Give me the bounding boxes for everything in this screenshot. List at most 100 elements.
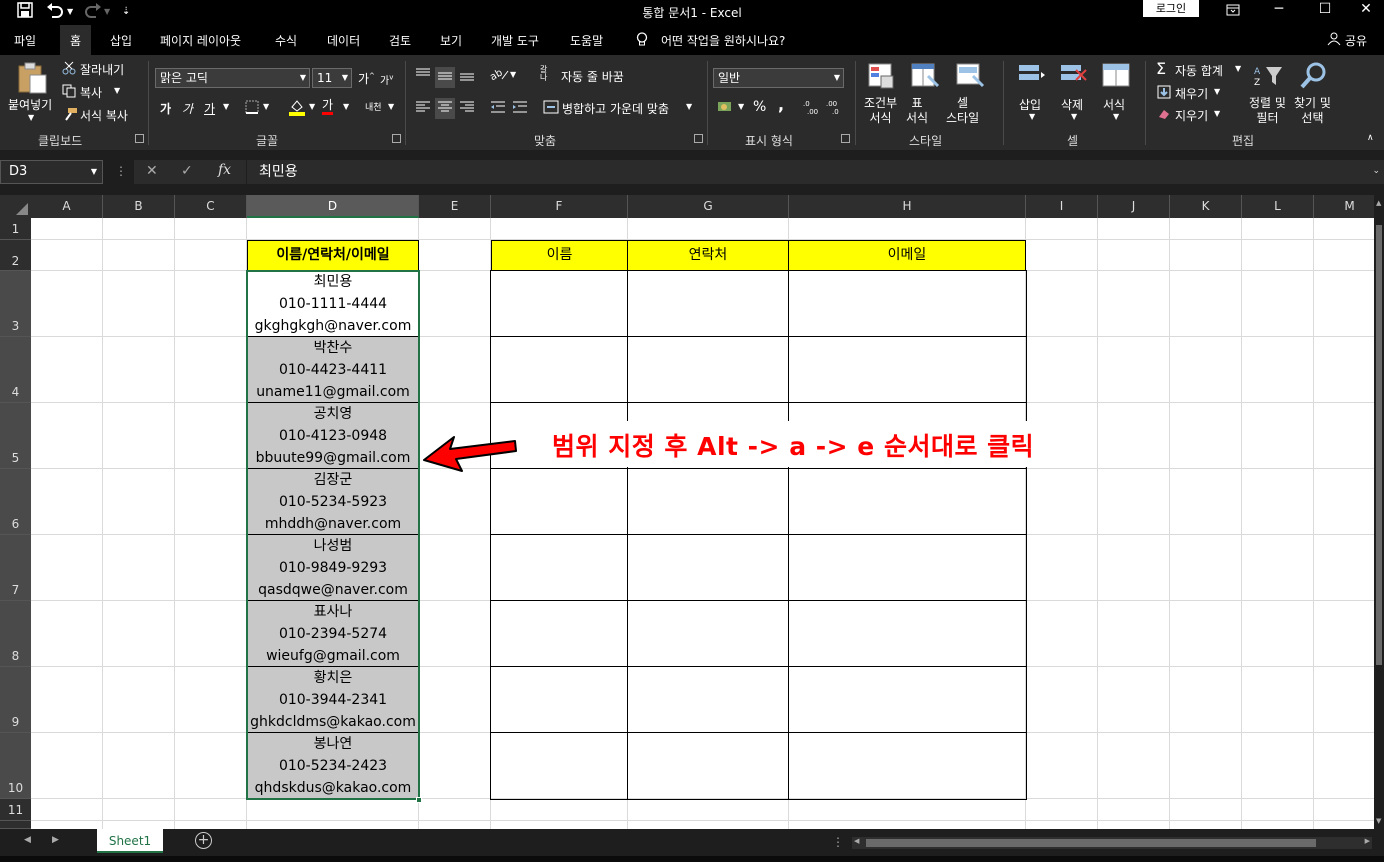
column-header-g[interactable]: G (628, 195, 789, 218)
row-header-1[interactable]: 1 (0, 218, 31, 240)
fill-button[interactable]: 채우기 (1175, 85, 1208, 102)
accounting-format-icon[interactable] (717, 99, 735, 118)
tab-insert[interactable]: 삽입 (110, 32, 132, 49)
format-painter-button[interactable]: 서식 복사 (80, 107, 128, 124)
add-sheet-icon[interactable]: + (195, 832, 212, 849)
paste-icon[interactable] (16, 61, 48, 98)
tab-review[interactable]: 검토 (389, 32, 411, 49)
paste-dropdown-icon[interactable]: ▼ (28, 113, 34, 122)
next-sheet-icon[interactable]: ▶ (52, 835, 59, 845)
sheet-tab-sheet1[interactable]: Sheet1 (97, 829, 163, 853)
column-header-a[interactable]: A (31, 195, 103, 218)
font-color-button[interactable]: 가 (322, 98, 334, 115)
orientation-dropdown-icon[interactable]: ▼ (510, 70, 516, 79)
cell-d10[interactable]: 봉나연 010-5234-2423 qhdskdus@kakao.com (247, 733, 419, 799)
autosum-icon[interactable]: Σ (1156, 59, 1166, 78)
cell-d3[interactable]: 최민용 010-1111-4444 gkghgkgh@naver.com (247, 271, 419, 337)
tab-developer[interactable]: 개발 도구 (491, 32, 539, 49)
select-all-corner[interactable] (0, 195, 31, 218)
font-name-combo[interactable]: 맑은 고딕 ▼ (155, 68, 310, 88)
cell-d4[interactable]: 박찬수 010-4423-4411 uname11@gmail.com (247, 337, 419, 403)
cell-d9[interactable]: 황치은 010-3944-2341 ghkdcldms@kakao.com (247, 667, 419, 733)
row-header-10[interactable]: 10 (0, 733, 31, 799)
login-button[interactable]: 로그인 (1143, 0, 1199, 17)
delete-cells-button[interactable]: 삭제 (1061, 96, 1083, 113)
delete-cells-icon[interactable] (1058, 62, 1088, 91)
cell-d6[interactable]: 김장군 010-5234-5923 mhddh@naver.com (247, 469, 419, 535)
fill-color-dropdown-icon[interactable]: ▼ (309, 102, 315, 111)
cut-icon[interactable] (62, 61, 76, 78)
phonetic-button[interactable]: 내천 (365, 100, 382, 113)
scroll-down-icon[interactable]: ▼ (1376, 817, 1381, 825)
scroll-right-icon[interactable]: ▶ (1365, 837, 1370, 845)
copy-button[interactable]: 복사 (80, 84, 102, 101)
worksheet-grid[interactable]: A B C D E F G H I J K L M 1 2 3 4 5 6 7 … (0, 195, 1374, 829)
conditional-format-button[interactable]: 조건부 서식 (864, 96, 897, 126)
font-size-combo[interactable]: 11 ▼ (312, 68, 352, 88)
italic-button[interactable]: 가 (182, 100, 193, 117)
sort-filter-icon[interactable]: AZ (1254, 63, 1284, 92)
underline-dropdown-icon[interactable]: ▼ (223, 102, 229, 111)
font-color-dropdown-icon[interactable]: ▼ (343, 102, 349, 111)
column-header-e[interactable]: E (419, 195, 491, 218)
prev-sheet-icon[interactable]: ◀ (24, 835, 31, 845)
insert-function-icon[interactable]: fx (218, 162, 231, 178)
column-header-h[interactable]: H (789, 195, 1026, 218)
accounting-dropdown-icon[interactable]: ▼ (738, 102, 744, 111)
tab-home[interactable]: 홈 (60, 25, 92, 55)
vertical-scrollbar[interactable]: ▲ ▼ (1374, 195, 1384, 829)
format-dropdown-icon[interactable]: ▼ (1113, 112, 1119, 121)
tab-data[interactable]: 데이터 (327, 32, 360, 49)
format-cells-icon[interactable] (1101, 62, 1131, 91)
align-center-icon[interactable] (435, 98, 455, 119)
merge-center-button[interactable]: 병합하고 가운데 맞춤 (562, 100, 669, 117)
clear-button[interactable]: 지우기 (1175, 107, 1208, 124)
find-select-button[interactable]: 찾기 및 선택 (1294, 96, 1331, 126)
cell-d2-header[interactable]: 이름/연락처/이메일 (247, 240, 419, 271)
column-header-i[interactable]: I (1026, 195, 1098, 218)
percent-button[interactable]: % (753, 99, 766, 115)
target-table-body[interactable] (490, 270, 1027, 800)
column-header-c[interactable]: C (175, 195, 247, 218)
cell-g2-header[interactable]: 연락처 (627, 240, 789, 271)
minimize-icon[interactable]: ─ (1256, 0, 1302, 22)
scroll-up-icon[interactable]: ▲ (1376, 199, 1381, 207)
alignment-launcher-icon[interactable] (694, 134, 703, 143)
collapse-ribbon-icon[interactable]: ∧ (1367, 133, 1374, 143)
tab-split-handle-icon[interactable]: ⋮ (832, 835, 844, 849)
cell-d5[interactable]: 공치영 010-4123-0948 bbuute99@gmail.com (247, 403, 419, 469)
align-right-icon[interactable] (459, 100, 475, 117)
cell-d7[interactable]: 나성범 010-9849-9293 qasdqwe@naver.com (247, 535, 419, 601)
maximize-icon[interactable]: ☐ (1302, 0, 1348, 22)
horizontal-scroll-thumb[interactable] (866, 839, 1316, 847)
delete-dropdown-icon[interactable]: ▼ (1071, 112, 1077, 121)
fill-icon[interactable] (1157, 85, 1171, 102)
cell-d8[interactable]: 표사나 010-2394-5274 wieufg@gmail.com (247, 601, 419, 667)
underline-button[interactable]: 가 (204, 100, 215, 117)
expand-formula-bar-icon[interactable]: ⌄ (1372, 166, 1380, 176)
orientation-icon[interactable]: ab (488, 67, 510, 84)
wrap-text-button[interactable]: 자동 줄 바꿈 (561, 68, 624, 85)
tab-page-layout[interactable]: 페이지 레이아웃 (160, 32, 241, 49)
merge-center-icon[interactable] (543, 100, 559, 117)
merge-dropdown-icon[interactable]: ▼ (686, 102, 692, 111)
paste-button[interactable]: 붙여넣기 (8, 96, 52, 113)
number-launcher-icon[interactable] (841, 134, 850, 143)
tab-file[interactable]: 파일 (14, 32, 36, 49)
borders-icon[interactable] (245, 100, 259, 117)
formula-input[interactable]: 최민용 (247, 160, 1384, 184)
insert-dropdown-icon[interactable]: ▼ (1029, 112, 1035, 121)
bold-button[interactable]: 가 (160, 100, 171, 117)
cell-h2-header[interactable]: 이메일 (788, 240, 1026, 271)
enter-icon[interactable]: ✓ (181, 163, 193, 179)
clear-icon[interactable] (1157, 108, 1171, 123)
format-cells-button[interactable]: 서식 (1103, 96, 1125, 113)
vertical-scroll-thumb[interactable] (1376, 225, 1382, 665)
wrap-text-icon[interactable]: 갈나 (540, 66, 547, 82)
scroll-left-icon[interactable]: ◀ (854, 837, 859, 845)
share-icon[interactable] (1327, 32, 1341, 49)
name-box[interactable]: D3 ▼ (0, 160, 103, 184)
grow-font-button[interactable]: 가^ (358, 70, 375, 87)
column-header-b[interactable]: B (103, 195, 175, 218)
ribbon-display-icon[interactable] (1210, 0, 1256, 22)
